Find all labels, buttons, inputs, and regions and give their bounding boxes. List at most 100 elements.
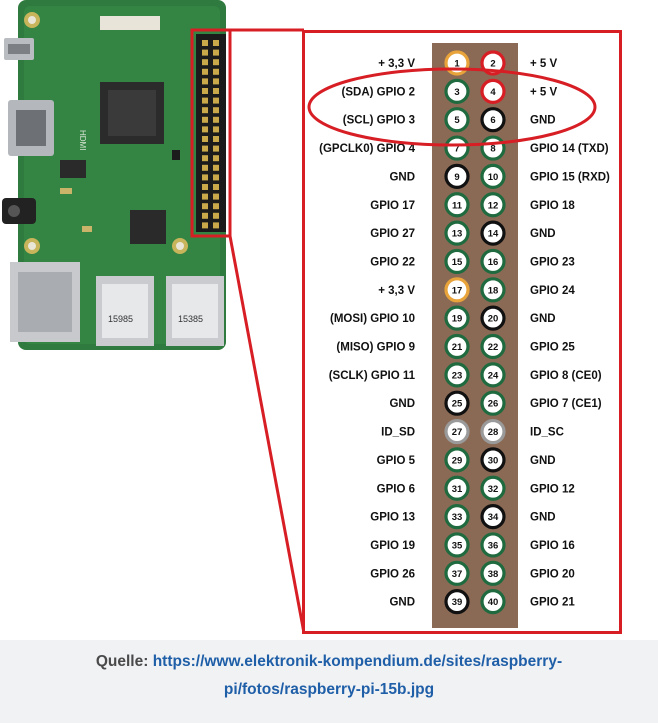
pin-22: 22: [480, 333, 506, 360]
left-pin-label: GPIO 6: [377, 483, 415, 495]
pin-29: 29: [444, 447, 470, 473]
pin-23: 23: [444, 362, 470, 388]
board-header-pin: [202, 193, 208, 200]
pin-21: 21: [444, 333, 470, 360]
pin-35: 35: [444, 532, 470, 558]
source-link-continued[interactable]: pi/fotos/raspberry-pi-15b.jpg: [0, 676, 658, 704]
board-header-pin: [202, 174, 208, 181]
pin-38: 38: [480, 560, 506, 586]
board-header-pin: [202, 68, 208, 75]
pin-number: 30: [488, 455, 499, 466]
board-header-pin: [202, 155, 208, 162]
source-link[interactable]: https://www.elektronik-kompendium.de/sit…: [153, 653, 562, 670]
board-header-pin: [202, 59, 208, 66]
right-pin-label: GND: [530, 115, 556, 127]
right-pin-label: + 5 V: [530, 86, 558, 98]
right-pin-label: GPIO 12: [530, 483, 575, 495]
pin-number: 11: [452, 200, 463, 211]
left-pin-label: (SCLK) GPIO 11: [329, 370, 416, 382]
pin-28: 28: [480, 418, 506, 445]
pin-number: 17: [452, 285, 463, 296]
usb-chip-label: 15985: [108, 314, 133, 324]
pinout-table: + 3,3 V (SDA) GPIO 2 (SCL) GPIO 3 (GPCLK0) …: [307, 43, 610, 628]
pin-31: 31: [444, 475, 470, 501]
left-pin-label: (MISO) GPIO 9: [336, 342, 415, 354]
pin-number: 23: [452, 370, 463, 381]
pin-37: 37: [444, 560, 470, 586]
pin-number: 35: [452, 540, 463, 551]
board-header-pin: [213, 164, 219, 171]
board-header-pin: [213, 203, 219, 210]
header-body: [432, 43, 518, 628]
right-pin-label: GPIO 23: [530, 256, 575, 268]
left-pin-label: (GPCLK0) GPIO 4: [319, 143, 415, 155]
pin-number: 32: [488, 484, 499, 495]
pin-number: 14: [488, 229, 499, 240]
pinout-figure: HDMI 15985 15385 + 3,3 V (SDA) GPIO 2 (S…: [0, 0, 658, 640]
board-header-pin: [213, 49, 219, 56]
pin-16: 16: [480, 248, 506, 275]
pin-34: 34: [480, 504, 506, 530]
board-header-pin: [213, 68, 219, 75]
pin-number: 40: [488, 597, 499, 608]
board-header-pin: [213, 88, 219, 94]
pin-number: 13: [452, 229, 463, 240]
pin-number: 31: [452, 484, 463, 495]
pin-number: 3: [454, 87, 459, 98]
board-header-pin: [213, 193, 219, 200]
board-header-pin: [202, 126, 208, 133]
left-pin-label: ID_SD: [381, 427, 415, 439]
pin-number: 5: [454, 115, 460, 126]
left-pin-label: + 3,3 V: [378, 58, 415, 70]
pin-number: 24: [488, 370, 499, 381]
board-header-pin: [213, 184, 219, 190]
board-header-pin: [213, 155, 219, 162]
pin-26: 26: [480, 390, 506, 416]
board-header-pin: [213, 222, 219, 229]
right-pin-label: GPIO 7 (CE1): [530, 398, 602, 410]
pin-24: 24: [480, 362, 506, 388]
pin-number: 29: [452, 455, 463, 466]
board-header-pin: [213, 126, 219, 133]
board-header-pin: [202, 184, 208, 190]
source-caption: Quelle: https://www.elektronik-kompendiu…: [0, 648, 658, 704]
left-pin-label: (SCL) GPIO 3: [343, 115, 415, 127]
board-header-pin: [202, 164, 208, 171]
hdmi-silkscreen: HDMI: [78, 130, 87, 150]
pin-number: 6: [490, 115, 495, 126]
display-connector: [100, 16, 160, 30]
pin-number: 21: [452, 342, 463, 353]
pin-27: 27: [444, 418, 470, 445]
right-pin-label: GPIO 15 (RXD): [530, 171, 610, 183]
pin-number: 38: [488, 569, 499, 580]
pin-7: 7: [444, 135, 470, 161]
source-prefix: Quelle:: [95, 653, 149, 670]
usb-chip-label: 15385: [178, 314, 203, 324]
pin-number: 19: [452, 314, 463, 325]
board-header-pin: [213, 116, 219, 123]
pin-17: 17: [444, 277, 470, 303]
board-header-pin: [202, 136, 208, 142]
board-header-pin: [202, 212, 208, 219]
pin-number: 22: [488, 342, 499, 353]
pin-number: 26: [488, 399, 499, 410]
left-pin-label: (MOSI) GPIO 10: [330, 313, 415, 325]
board-header-pin: [213, 145, 219, 152]
pin-30: 30: [480, 447, 506, 473]
right-pin-label: GND: [530, 512, 556, 524]
pin-number: 39: [452, 597, 463, 608]
pin-number: 9: [454, 172, 459, 183]
pin-number: 36: [488, 540, 499, 551]
pin-number: 15: [452, 257, 463, 268]
left-pin-label: GND: [389, 597, 415, 609]
right-pin-label: GPIO 20: [530, 568, 575, 580]
pin-number: 8: [490, 144, 495, 155]
pinout-frame: + 3,3 V (SDA) GPIO 2 (SCL) GPIO 3 (GPCLK0) …: [302, 30, 622, 634]
board-header-pin: [202, 116, 208, 123]
pin-18: 18: [480, 277, 506, 303]
pin-33: 33: [444, 504, 470, 530]
pin-5: 5: [444, 107, 470, 133]
pin-36: 36: [480, 532, 506, 558]
pin-4: 4: [480, 78, 506, 104]
pin-number: 25: [452, 399, 463, 410]
